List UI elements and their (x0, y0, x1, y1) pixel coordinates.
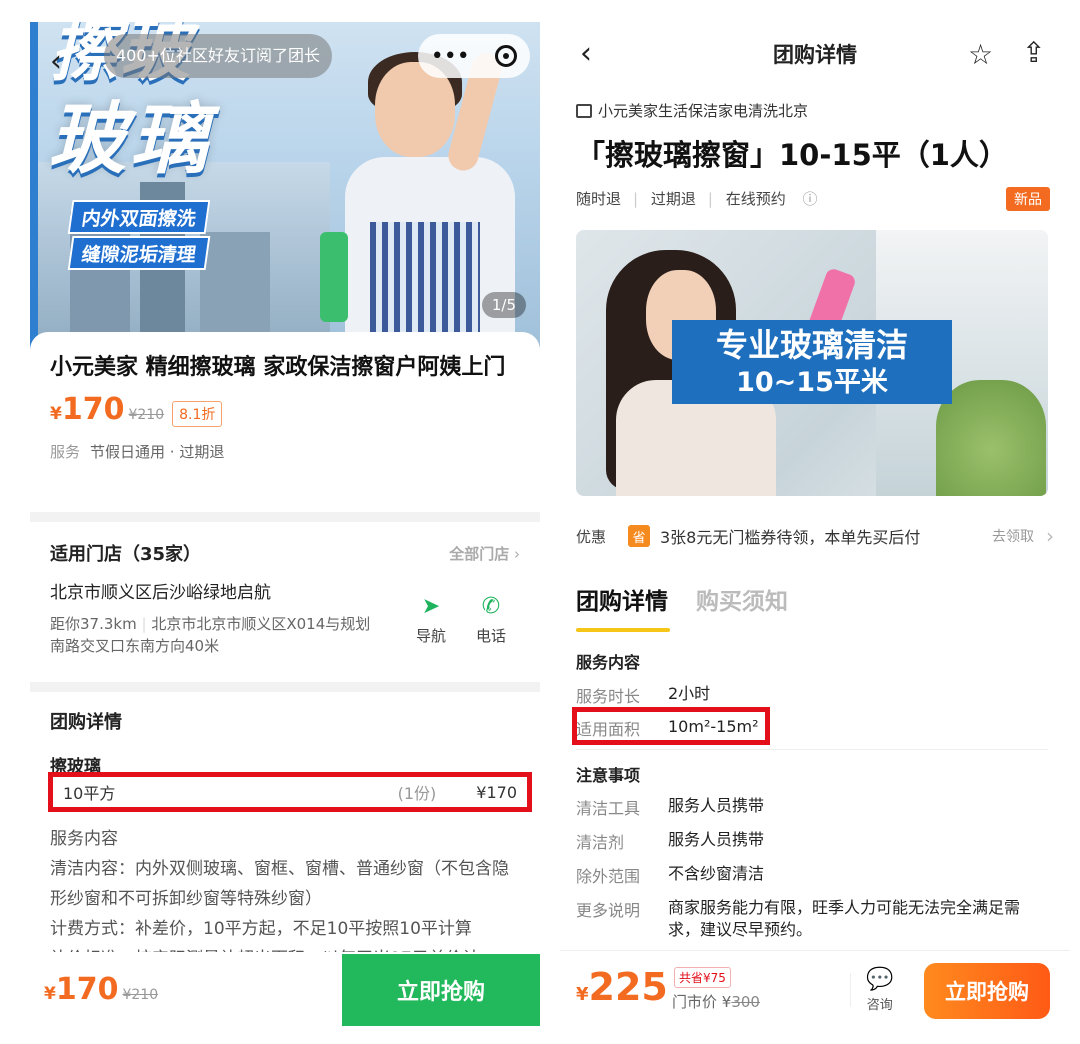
image-counter: 1/5 (481, 292, 526, 318)
meta-tag: 随时退 (576, 190, 622, 208)
save-icon: 省 (628, 525, 650, 547)
all-stores-link[interactable]: 全部门店 › (449, 543, 520, 564)
chat-bubble-icon: 💬 (866, 967, 894, 992)
help-circle-icon[interactable]: ⓘ (803, 190, 818, 208)
store-address: 距你37.3km | 北京市北京市顺义区X014与规划南路交叉口东南方向40米 (50, 615, 371, 655)
buy-now-button[interactable]: 立即抢购 (924, 963, 1050, 1019)
service-tags: 服务 节假日通用 · 过期退 (50, 441, 520, 462)
product-title: 小元美家 精细擦玻璃 家政保洁擦窗户阿姨上门 (50, 355, 506, 380)
banner-line1: 专业玻璃清洁 (715, 326, 908, 364)
left-screen: 擦玻 玻璃 内外双面擦洗 缝隙泥垢清理 1/5 ‹ 400+位社区好友订阅了团长… (30, 22, 540, 1032)
option-name: 10平方 (63, 784, 116, 803)
claim-link[interactable]: 去领取 (992, 526, 1034, 546)
discount-badge: 8.1折 (172, 401, 223, 427)
consult-label: 咨询 (866, 998, 893, 1013)
chevron-right-icon: › (1046, 524, 1054, 548)
deal-meta: 随时退 | 过期退 | 在线预约 ⓘ (576, 190, 818, 208)
star-outline-icon[interactable]: ☆ (968, 38, 993, 71)
hero-big-text: 玻璃 (48, 95, 213, 185)
navigation-arrow-icon: ➤ (421, 594, 441, 619)
store-header: 适用门店（35家） (50, 544, 202, 565)
navigate-label: 导航 (416, 627, 447, 645)
notice-row: 除外范围 不含纱窗清洁 (576, 864, 765, 886)
hero-tag: 缝隙泥垢清理 (67, 236, 211, 270)
notice-section-title: 注意事项 (576, 766, 641, 785)
service-value: 节假日通用 · 过期退 (90, 443, 225, 461)
promo-row[interactable]: 优惠 省 3张8元无门槛券待领，本单先买后付 去领取 › (576, 524, 1054, 548)
savings-badge: 共省¥75 (674, 967, 731, 988)
option-price: ¥170 (476, 782, 517, 802)
deal-hero-image[interactable]: 专业玻璃清洁 10~15平米 (576, 230, 1048, 496)
bottom-bar: ¥170 ¥210 立即抢购 (30, 952, 540, 1032)
notice-row: 更多说明 商家服务能力有限，旺季人力可能无法完全满足需求，建议尽早预约。 (576, 898, 1021, 939)
share-icon[interactable]: ⇪ (1022, 36, 1045, 69)
detail-header: 团购详情 (50, 712, 122, 733)
target-circle-icon[interactable] (495, 45, 518, 67)
bottom-price: ¥170 ¥210 (44, 972, 159, 1007)
subscribe-notice: 400+位社区好友订阅了团长 (104, 34, 332, 78)
bottom-price: ¥225 (576, 965, 668, 1009)
buy-now-button[interactable]: 立即抢购 (342, 954, 540, 1026)
deal-title: 「擦玻璃擦窗」10-15平（1人） (576, 138, 1008, 172)
bottom-original-price: ¥210 (122, 987, 159, 1003)
bottom-bar: ¥225 共省¥75 门市价 ¥300 💬 咨询 立即抢购 (560, 950, 1070, 1032)
divider (576, 749, 1048, 750)
top-nav: ‹ 团购详情 ☆ ⇪ (560, 22, 1070, 86)
service-section-title: 服务内容 (576, 653, 641, 672)
detail-tabs: 团购详情 购买须知 (576, 582, 788, 632)
right-screen: ‹ 团购详情 ☆ ⇪ 小元美家生活保洁家电清洗北京 「擦玻璃擦窗」10-15平（… (560, 22, 1070, 1032)
store-distance: 距你37.3km (50, 615, 137, 633)
store-name: 北京市顺义区后沙峪绿地启航 (50, 583, 271, 603)
option-qty: (1份) (397, 784, 437, 803)
divider (850, 973, 851, 1007)
shop-name[interactable]: 小元美家生活保洁家电清洗北京 (576, 100, 808, 121)
service-row: 服务时长 2小时 (576, 684, 711, 706)
highlighted-area-row (572, 707, 770, 745)
plant (936, 380, 1046, 496)
market-price: 门市价 ¥300 (672, 993, 760, 1011)
promo-label: 优惠 (576, 527, 607, 546)
price-row: ¥170 ¥210 8.1折 (50, 392, 520, 427)
navigate-button[interactable]: ➤ 导航 (416, 594, 446, 646)
chevron-left-icon[interactable]: ‹ (580, 36, 592, 71)
banner-line2: 10~15平米 (736, 367, 888, 398)
window-frame (30, 22, 38, 362)
detail-line: 服务内容 (50, 829, 118, 849)
meta-tag: 在线预约 (725, 190, 786, 208)
notice-row: 清洁工具 服务人员携带 (576, 796, 765, 818)
notice-row: 清洁剂 服务人员携带 (576, 830, 765, 852)
original-price: ¥210 (128, 407, 165, 423)
product-card: 小元美家 精细擦玻璃 家政保洁擦窗户阿姨上门 ¥170 ¥210 8.1折 服务… (30, 332, 540, 512)
phone-icon: ✆ (481, 594, 501, 619)
detail-line: 清洁内容：内外双侧玻璃、窗框、窗槽、普通纱窗（不包含隐形纱窗和不可拆卸纱窗等特殊… (50, 859, 509, 909)
nav-title: 团购详情 (773, 43, 857, 67)
service-label: 服务 (50, 443, 81, 461)
mini-program-capsule: ••• (418, 34, 530, 78)
chevron-left-icon[interactable]: ‹ (50, 44, 62, 79)
hero-tag: 内外双面擦洗 (67, 200, 211, 234)
hero-banner: 专业玻璃清洁 10~15平米 (672, 320, 952, 404)
new-badge: 新品 (1006, 187, 1050, 211)
more-dots-icon[interactable]: ••• (431, 44, 470, 69)
current-price: ¥170 (50, 392, 125, 427)
consult-button[interactable]: 💬 咨询 (866, 967, 893, 1013)
tab-purchase-notes[interactable]: 购买须知 (696, 582, 788, 616)
detail-line: 计费方式：补差价，10平方起，不足10平按照10平计算 (50, 919, 472, 939)
store-icon (576, 104, 592, 118)
meta-tag: 过期退 (650, 190, 696, 208)
promo-text: 3张8元无门槛券待领，本单先买后付 (660, 528, 921, 547)
call-button[interactable]: ✆ 电话 (476, 594, 506, 646)
highlighted-option-row: 10平方 (1份) ¥170 (48, 772, 532, 812)
tab-group-detail[interactable]: 团购详情 (576, 582, 670, 632)
store-section: 适用门店（35家） 全部门店 › 北京市顺义区后沙峪绿地启航 距你37.3km … (30, 522, 540, 682)
call-label: 电话 (476, 627, 507, 645)
